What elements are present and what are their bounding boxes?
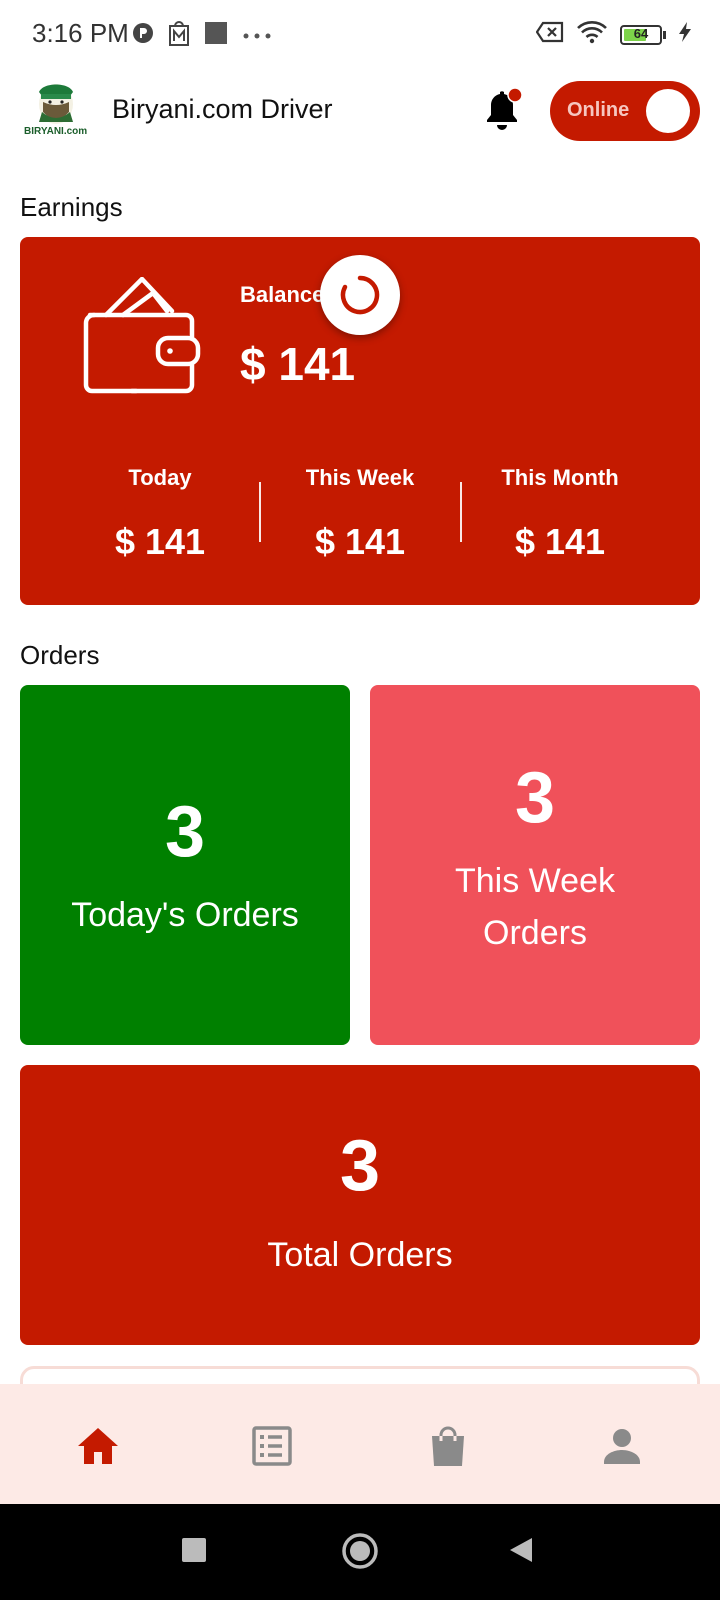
notifications-button[interactable] [480,86,524,132]
biryani-logo: BIRYANI.com [24,78,88,142]
status-time: 3:16 PM [32,18,129,48]
notification-dot [507,87,523,103]
logo-text: BIRYANI.com [24,126,88,137]
app-title: Biryani.com Driver [112,94,333,124]
recents-button[interactable] [182,1538,206,1567]
nav-home[interactable] [74,1422,122,1470]
toggle-knob [646,89,690,133]
total-orders-count: 3 [339,1126,381,1206]
online-toggle[interactable]: Online [550,81,700,141]
more-dots-icon [242,27,272,45]
stat-label: This Month [501,465,619,490]
nav-shop[interactable] [424,1422,472,1470]
status-bar: 3:16 PM 64 [0,0,720,70]
stat-this-month: This Month $ 141 [460,465,660,563]
stat-label: This Week [305,465,415,490]
home-system-button[interactable] [341,1532,379,1575]
stat-today: Today $ 141 [60,465,260,563]
online-label: Online [567,99,630,121]
profile-icon [604,1429,640,1464]
shopping-bag-icon [432,1426,464,1466]
circle-home-icon [342,1533,378,1569]
list-icon [252,1426,292,1466]
status-right-icons: 64 [535,20,692,49]
triangle-back-icon [510,1538,532,1562]
battery-level: 64 [633,25,649,41]
home-icon [78,1428,118,1464]
square-recents-icon [182,1538,206,1562]
balance-label: Balance [240,282,325,307]
p-icon [132,22,154,49]
wallet-icon [78,276,202,406]
week-orders-label-line2: Orders [483,914,587,952]
balance-value: $ 141 [240,338,356,390]
week-orders-tile[interactable]: 3 This Week Orders [370,685,700,1045]
week-orders-count: 3 [514,758,556,838]
todays-orders-tile[interactable]: 3 Today's Orders [20,685,350,1045]
nav-orders-list[interactable] [248,1422,296,1470]
battery-icon: 64 [620,24,666,45]
total-orders-label: Total Orders [267,1236,453,1274]
earnings-card[interactable]: Balance $ 141 Today $ 141 This Week $ 14… [20,237,700,605]
total-orders-tile[interactable]: 3 Total Orders [20,1065,700,1345]
week-orders-label-line1: This Week [455,862,615,900]
loading-spinner [320,255,400,335]
stat-value: $ 141 [314,521,406,562]
stat-this-week: This Week $ 141 [260,465,460,563]
square-icon [204,21,228,50]
stat-label: Today [128,465,192,490]
nav-profile[interactable] [598,1422,646,1470]
x-box-icon [535,21,564,48]
todays-orders-label: Today's Orders [71,896,299,934]
bottom-nav [0,1384,720,1504]
wifi-icon [576,20,608,49]
stat-value: $ 141 [514,521,606,562]
charging-bolt-icon [678,21,692,48]
back-button[interactable] [508,1536,534,1569]
system-nav-bar [0,1504,720,1600]
app-header: BIRYANI.com Biryani.com Driver Online [0,78,720,148]
todays-orders-count: 3 [164,792,206,872]
m-shop-icon [168,20,190,51]
stat-value: $ 141 [114,521,206,562]
earnings-title: Earnings [20,192,123,222]
orders-title: Orders [20,640,100,670]
status-left-icons [132,20,272,51]
bell-icon [487,87,523,130]
